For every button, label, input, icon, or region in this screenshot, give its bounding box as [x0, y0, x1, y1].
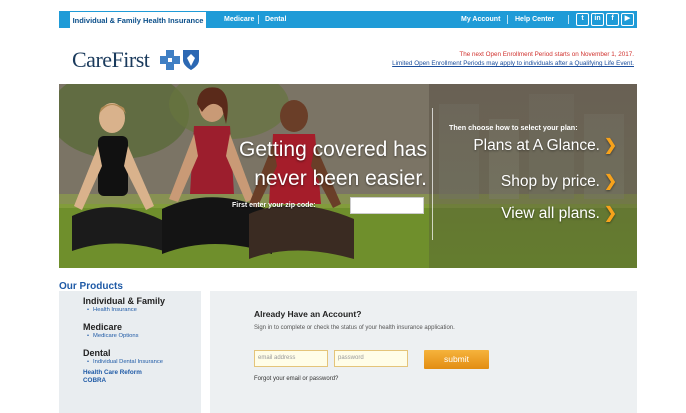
product-link-medicare-options[interactable]: Medicare Options: [87, 333, 138, 339]
plan-link-label: Shop by price.: [500, 173, 600, 190]
hero-divider: [432, 108, 433, 240]
product-heading-dental[interactable]: Dental: [83, 348, 111, 358]
tab-individual-family[interactable]: Individual & Family Health Insurance: [69, 11, 207, 28]
blue-shield-icon: [183, 50, 199, 70]
tagline-line-2: never been easier.: [254, 167, 427, 190]
hero-banner: Getting covered has never been easier. F…: [59, 84, 637, 268]
choose-plan-label: Then choose how to select your plan:: [449, 123, 578, 132]
carefirst-logo[interactable]: CareFirst: [72, 47, 150, 73]
email-field[interactable]: email address: [254, 350, 328, 367]
enrollment-notice: The next Open Enrollment Period starts o…: [459, 51, 634, 58]
linkedin-icon[interactable]: in: [591, 13, 604, 26]
chevron-right-icon: ❯: [604, 137, 617, 154]
plans-at-a-glance-link[interactable]: Plans at A Glance. ❯: [473, 136, 617, 155]
hero-tagline: Getting covered has never been easier.: [209, 135, 427, 193]
tagline-line-1: Getting covered has: [239, 138, 427, 161]
product-link-dental-insurance[interactable]: Individual Dental Insurance: [87, 359, 163, 365]
login-panel: Already Have an Account? Sign in to comp…: [210, 291, 637, 413]
forgot-credentials-link[interactable]: Forgot your email or password?: [254, 376, 338, 382]
chevron-right-icon: ❯: [604, 173, 617, 190]
nav-help-center[interactable]: Help Center: [515, 11, 554, 28]
product-link-health-insurance[interactable]: Health Insurance: [87, 307, 137, 313]
nav-separator: [568, 15, 569, 24]
blue-cross-icon: [160, 50, 180, 70]
view-all-plans-link[interactable]: View all plans. ❯: [501, 204, 617, 223]
nav-separator: [258, 15, 259, 24]
nav-medicare[interactable]: Medicare: [224, 11, 254, 28]
login-title: Already Have an Account?: [254, 309, 362, 319]
login-description: Sign in to complete or check the status …: [254, 325, 455, 331]
zip-code-label: First enter your zip code:: [232, 202, 316, 209]
products-panel: Individual & Family Health Insurance Med…: [59, 291, 201, 413]
chevron-right-icon: ❯: [604, 205, 617, 222]
shop-by-price-link[interactable]: Shop by price. ❯: [501, 172, 617, 191]
health-care-reform-link[interactable]: Health Care Reform: [83, 369, 142, 376]
product-heading-medicare[interactable]: Medicare: [83, 322, 122, 332]
nav-dental[interactable]: Dental: [265, 11, 286, 28]
plan-link-label: View all plans.: [501, 205, 600, 222]
submit-button[interactable]: submit: [424, 350, 489, 369]
plan-link-label: Plans at A Glance.: [473, 137, 600, 154]
twitter-icon[interactable]: t: [576, 13, 589, 26]
youtube-icon[interactable]: ▶: [621, 13, 634, 26]
zip-code-input[interactable]: [350, 197, 424, 214]
limited-enrollment-link[interactable]: Limited Open Enrollment Periods may appl…: [392, 60, 634, 67]
nav-separator: [507, 15, 508, 24]
top-nav: Individual & Family Health Insurance Med…: [59, 11, 637, 28]
password-field[interactable]: password: [334, 350, 408, 367]
product-heading-individual[interactable]: Individual & Family: [83, 296, 165, 306]
cobra-link[interactable]: COBRA: [83, 377, 106, 384]
facebook-icon[interactable]: f: [606, 13, 619, 26]
nav-my-account[interactable]: My Account: [461, 11, 500, 28]
